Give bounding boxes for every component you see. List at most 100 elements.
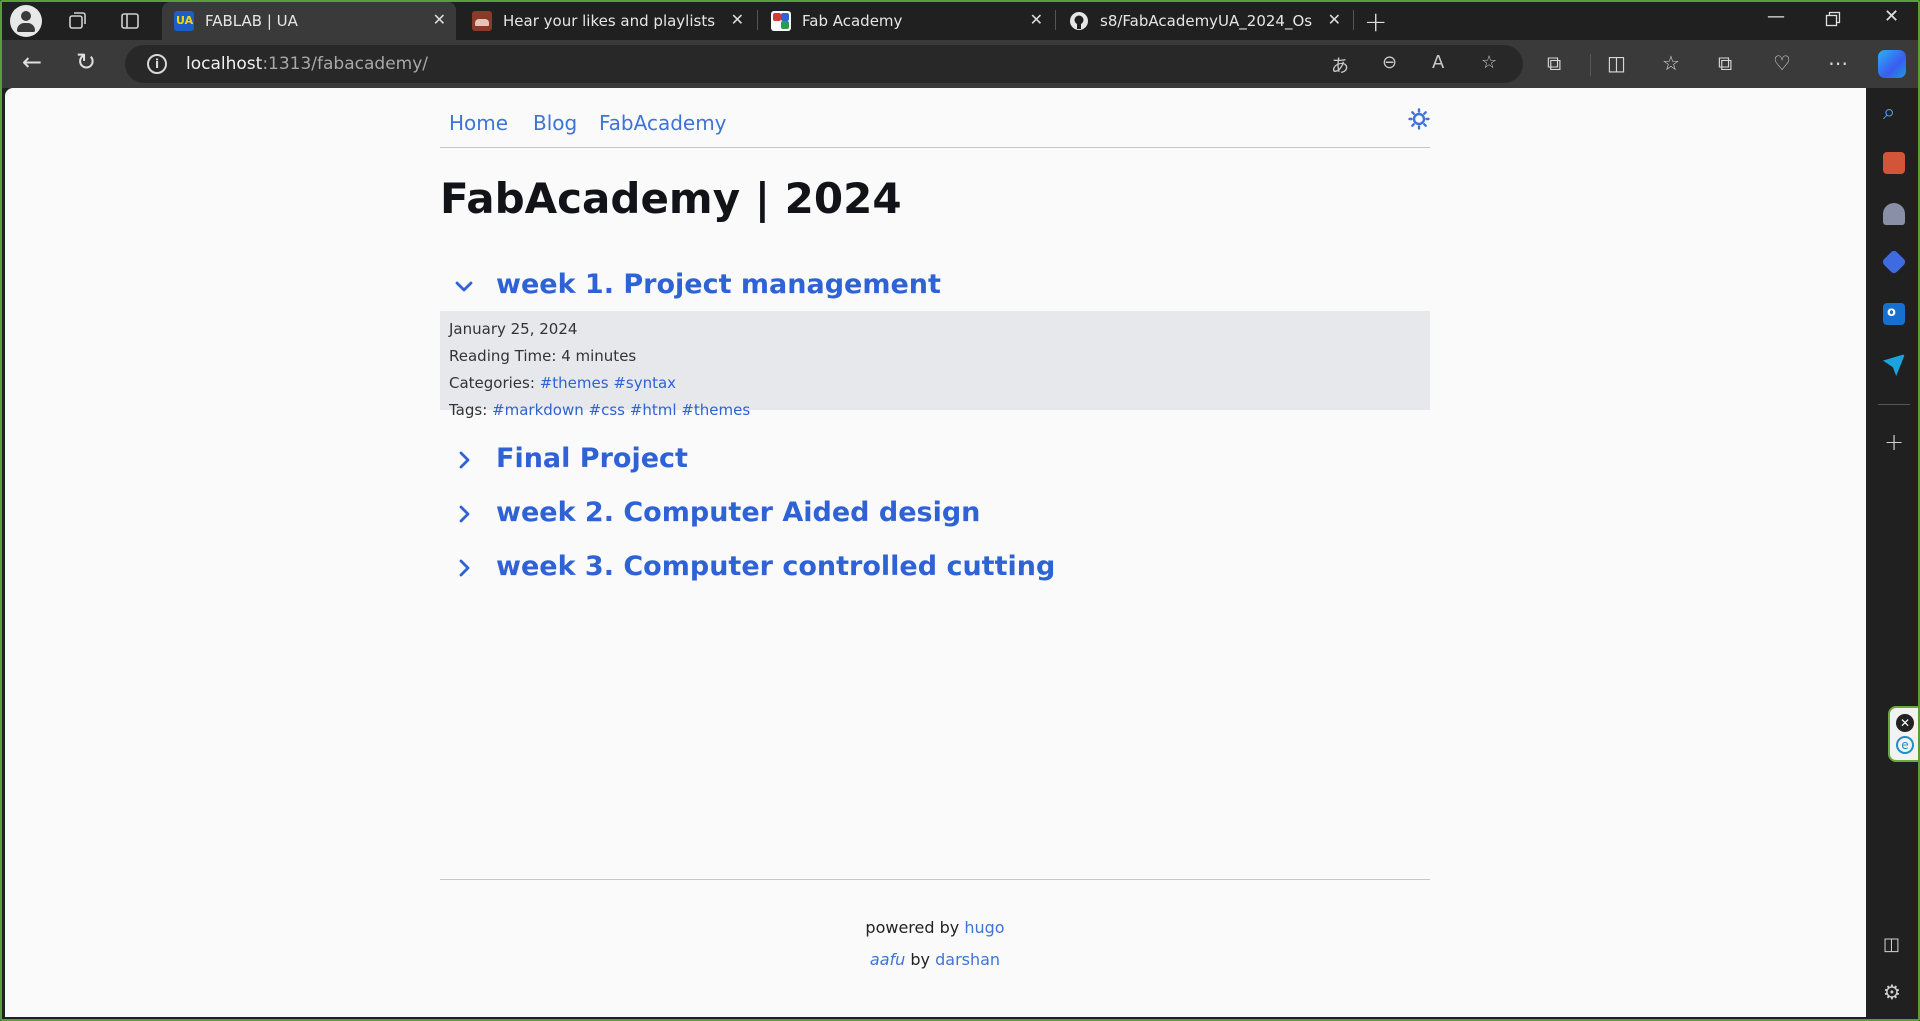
tags-label: Tags:	[449, 401, 488, 419]
minimize-icon[interactable]: —	[1767, 6, 1785, 27]
chevron-right-icon[interactable]	[454, 504, 474, 524]
drop-icon[interactable]	[1883, 354, 1905, 376]
close-tab-icon[interactable]: ✕	[1030, 10, 1043, 29]
read-aloud-icon[interactable]: A	[1432, 52, 1444, 73]
theme-link[interactable]: aafu	[870, 950, 905, 969]
tag-link[interactable]: #markdown	[492, 401, 584, 419]
close-window-icon[interactable]: ✕	[1884, 6, 1899, 27]
nav-fabacademy-link[interactable]: FabAcademy	[599, 111, 727, 135]
github-favicon	[1070, 12, 1088, 30]
tags-line: Tags: #markdown #css #html #themes	[449, 401, 750, 419]
extensions-icon[interactable]: ⧉	[1547, 51, 1561, 75]
entry-week-1[interactable]: week 1. Project management	[440, 266, 1430, 310]
tab-actions-icon[interactable]	[119, 10, 141, 32]
tab-separator	[1055, 10, 1056, 30]
tab-title: Hear your likes and playlists, and	[503, 12, 715, 30]
entry-title-link[interactable]: week 2. Computer Aided design	[496, 497, 980, 528]
categories-line: Categories: #themes #syntax	[449, 374, 676, 392]
extension-flyout[interactable]: ✕ e	[1888, 706, 1920, 762]
page-container: Home Blog FabAcademy FabAcademy | 2024 w…	[440, 88, 1430, 1017]
games-icon[interactable]	[1883, 203, 1905, 225]
tab-title: FABLAB | UA	[205, 12, 298, 30]
category-link[interactable]: #syntax	[613, 374, 676, 392]
refresh-icon[interactable]: ↻	[76, 48, 96, 76]
entry-week-2[interactable]: week 2. Computer Aided design	[440, 494, 1430, 538]
entry-final-project[interactable]: Final Project	[440, 440, 1430, 484]
zoom-out-icon[interactable]: ⊖	[1382, 52, 1397, 73]
collections-icon[interactable]: ⧉	[1718, 51, 1732, 75]
categories-label: Categories:	[449, 374, 535, 392]
more-options-icon[interactable]: ⋯	[1828, 51, 1848, 75]
reading-time-label: Reading Time:	[449, 347, 557, 365]
reading-time: Reading Time: 4 minutes	[449, 347, 636, 365]
nav-blog-link[interactable]: Blog	[533, 111, 577, 135]
new-tab-icon[interactable]: +	[1364, 5, 1387, 38]
tab-soundcloud[interactable]: Hear your likes and playlists, and ✕	[460, 2, 754, 40]
url-path: :1313/fabacademy/	[262, 54, 429, 74]
chevron-down-icon[interactable]	[454, 276, 474, 296]
site-info-icon[interactable]: i	[147, 54, 167, 74]
search-icon[interactable]: ⌕	[1883, 100, 1895, 125]
author-link[interactable]: darshan	[935, 950, 1000, 969]
settings-gear-icon[interactable]: ⚙	[1883, 980, 1901, 1004]
chevron-right-icon[interactable]	[454, 558, 474, 578]
edge-sidebar: ⌕ o + ✕ e ◫ ⚙	[1866, 88, 1920, 1021]
edge-e-icon[interactable]: e	[1896, 736, 1914, 754]
tab-title: s8/FabAcademyUA_2024_Ostriv:	[1100, 12, 1312, 30]
favorites-icon[interactable]: ☆	[1662, 51, 1680, 75]
restore-icon[interactable]	[1825, 11, 1841, 27]
reading-time-value: 4 minutes	[561, 347, 637, 365]
outlook-icon[interactable]: o	[1883, 303, 1905, 325]
powered-by-text: powered by	[865, 918, 960, 937]
split-screen-icon[interactable]: ◫	[1607, 51, 1626, 75]
address-bar[interactable]: i localhost:1313/fabacademy/ あ ⊖ A ☆	[125, 45, 1523, 83]
profile-avatar-icon[interactable]	[10, 5, 42, 37]
tab-fab-academy[interactable]: Fab Academy ✕	[759, 2, 1053, 40]
add-sidebar-app-icon[interactable]: +	[1884, 428, 1904, 456]
entry-week-3[interactable]: week 3. Computer controlled cutting	[440, 548, 1430, 592]
page-title: FabAcademy | 2024	[440, 174, 902, 223]
entry-title-link[interactable]: week 3. Computer controlled cutting	[496, 551, 1055, 582]
url-host: localhost	[186, 54, 263, 74]
toolbar-separator	[1590, 54, 1591, 76]
page-viewport: Home Blog FabAcademy FabAcademy | 2024 w…	[5, 88, 1866, 1017]
fab-academy-favicon	[771, 11, 791, 31]
close-flyout-icon[interactable]: ✕	[1896, 714, 1914, 732]
entry-date: January 25, 2024	[449, 320, 578, 338]
nav-home-link[interactable]: Home	[449, 111, 508, 135]
favorite-star-icon[interactable]: ☆	[1481, 52, 1497, 73]
browser-essentials-icon[interactable]: ♡	[1773, 51, 1791, 75]
entry-title-link[interactable]: Final Project	[496, 443, 688, 474]
tag-link[interactable]: #html	[630, 401, 677, 419]
close-tab-icon[interactable]: ✕	[731, 10, 744, 29]
tab-fablab-ua[interactable]: UA FABLAB | UA ✕	[162, 2, 456, 40]
entry-meta-panel: January 25, 2024 Reading Time: 4 minutes…	[440, 311, 1430, 419]
tag-link[interactable]: #themes	[681, 401, 750, 419]
tab-separator	[1353, 10, 1354, 30]
footer-divider	[440, 879, 1430, 880]
microsoft-365-icon[interactable]	[1881, 249, 1907, 275]
tag-link[interactable]: #css	[589, 401, 625, 419]
footer-powered-by: powered by hugo	[440, 918, 1430, 937]
theme-toggle-sun-icon[interactable]	[1408, 108, 1430, 130]
browser-toolbar: ← ↻ i localhost:1313/fabacademy/ あ ⊖ A ☆…	[0, 40, 1920, 88]
close-tab-icon[interactable]: ✕	[1328, 10, 1341, 29]
tab-title: Fab Academy	[802, 12, 903, 30]
hugo-link[interactable]: hugo	[964, 918, 1004, 937]
back-icon[interactable]: ←	[22, 48, 42, 76]
entry-title-link[interactable]: week 1. Project management	[496, 269, 941, 300]
category-link[interactable]: #themes	[540, 374, 609, 392]
by-text: by	[910, 950, 931, 969]
address-url[interactable]: localhost:1313/fabacademy/	[186, 54, 428, 74]
copilot-icon[interactable]	[1878, 50, 1906, 78]
tab-separator	[757, 10, 758, 30]
sidebar-separator	[1878, 404, 1910, 405]
translate-icon[interactable]: あ	[1331, 52, 1349, 78]
workspaces-icon[interactable]	[66, 10, 88, 32]
footer-theme-credit: aafu by darshan	[440, 950, 1430, 969]
tools-icon[interactable]	[1883, 152, 1905, 174]
tab-github[interactable]: s8/FabAcademyUA_2024_Ostriv: ✕	[1057, 2, 1351, 40]
close-tab-icon[interactable]: ✕	[433, 10, 446, 29]
chevron-right-icon[interactable]	[454, 450, 474, 470]
sidebar-toggle-icon[interactable]: ◫	[1883, 934, 1900, 955]
